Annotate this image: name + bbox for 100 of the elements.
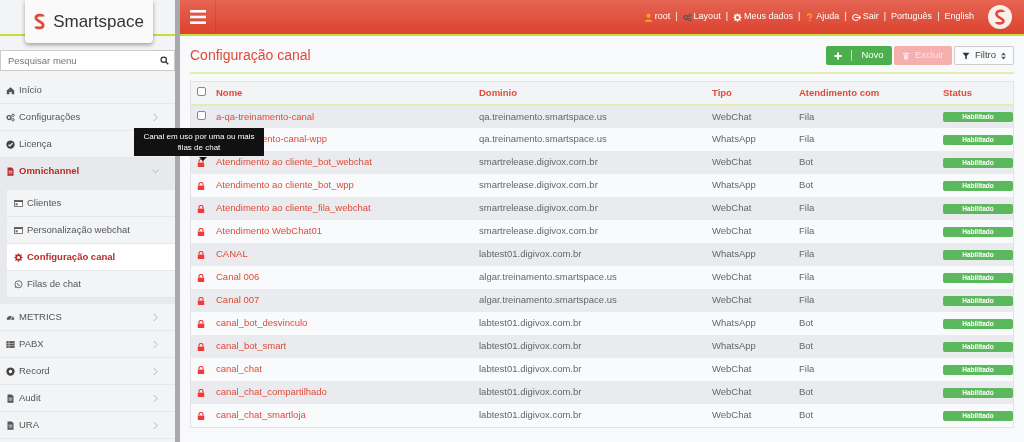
sidebar-item[interactable]: Record <box>0 358 175 385</box>
lock-icon <box>197 204 205 213</box>
table-cell: labtest01.digivox.com.br <box>477 381 710 404</box>
header-link[interactable]: English <box>944 10 974 24</box>
new-button[interactable]: Novo <box>826 46 892 65</box>
table-cell: WebChat <box>710 266 797 289</box>
table-cell: labtest01.digivox.com.br <box>477 358 710 381</box>
question-icon <box>805 12 815 22</box>
lock-icon <box>197 227 205 236</box>
table-cell: WhatsApp <box>710 335 797 358</box>
lock-icon <box>197 158 205 167</box>
user-icon <box>643 12 653 22</box>
channel-name-link[interactable]: canal_chat <box>214 358 477 381</box>
document-icon <box>6 167 15 176</box>
gear-icon <box>733 12 742 22</box>
table-cell: Bot <box>797 151 941 174</box>
table-cell: WebChat <box>710 197 797 220</box>
separator: | <box>798 10 801 24</box>
channel-name-link[interactable]: a-qa-treinamento-canal <box>214 105 477 128</box>
channel-name-link[interactable]: Canal 006 <box>214 266 477 289</box>
filter-icon <box>961 51 970 60</box>
grid-icon <box>6 339 15 349</box>
select-all-checkbox[interactable] <box>197 86 206 96</box>
menu-icon[interactable] <box>189 10 206 24</box>
table-cell: algar.treinamento.smartspace.us <box>477 266 710 289</box>
sidebar-item[interactable]: METRICS <box>0 304 175 331</box>
channel-name-link[interactable]: Atendimento ao cliente_bot_wpp <box>214 174 477 197</box>
table-cell: smartrelease.digivox.com.br <box>477 174 710 197</box>
table-cell: Fila <box>797 128 941 151</box>
table-cell: WebChat <box>710 105 797 128</box>
lock-icon <box>197 388 205 397</box>
logo[interactable]: Smartspace <box>25 0 153 43</box>
table-cell: WhatsApp <box>710 243 797 266</box>
column-header: Atendimento com <box>797 82 941 105</box>
channel-name-link[interactable]: canal_bot_smart <box>214 335 477 358</box>
lock-icon <box>197 250 205 259</box>
table-cell: smartrelease.digivox.com.br <box>477 197 710 220</box>
table-cell: smartrelease.digivox.com.br <box>477 151 710 174</box>
table-cell: Fila <box>797 105 941 128</box>
table-cell: qa.treinamento.smartspace.us <box>477 105 710 128</box>
column-header: Nome <box>214 82 477 105</box>
separator: | <box>725 10 728 24</box>
table-cell: labtest01.digivox.com.br <box>477 312 710 335</box>
table-cell: Fila <box>797 358 941 381</box>
channel-name-link[interactable]: Atendimento ao cliente_bot_webchat <box>214 151 477 174</box>
channel-name-link[interactable]: Canal 007 <box>214 289 477 312</box>
gear-icon <box>14 252 23 262</box>
channel-name-link[interactable]: canal_bot_desvinculo <box>214 312 477 335</box>
channel-name-link[interactable]: Atendimento WebChat01 <box>214 220 477 243</box>
table-cell: Fila <box>797 243 941 266</box>
table-cell: Fila <box>797 266 941 289</box>
sidebar-item[interactable]: Audit <box>0 385 175 412</box>
lock-icon <box>197 273 205 282</box>
logo-icon <box>34 13 46 30</box>
channel-name-link[interactable]: Atendimento ao cliente_fila_webchat <box>214 197 477 220</box>
search-field[interactable]: Pesquisar menu <box>0 50 175 71</box>
search-input[interactable]: Pesquisar menu <box>6 51 160 70</box>
header-link[interactable]: Sair <box>851 10 879 24</box>
filter-button[interactable]: Filtro <box>953 46 1014 65</box>
lock-icon <box>197 342 205 351</box>
submenu-item[interactable]: Clientes <box>7 190 175 217</box>
table-cell: WebChat <box>710 358 797 381</box>
sidebar-item[interactable]: URA <box>0 412 175 439</box>
lock-icon <box>197 181 205 190</box>
header-link[interactable]: root <box>643 10 671 24</box>
table-cell: WhatsApp <box>710 128 797 151</box>
window-icon <box>14 198 23 208</box>
home-icon <box>6 85 15 95</box>
document-icon <box>6 393 15 403</box>
record-icon <box>6 366 15 376</box>
header-link[interactable]: Layout <box>682 10 721 24</box>
row-checkbox[interactable] <box>197 110 206 120</box>
sort-icon <box>1001 51 1006 60</box>
sign-out-icon <box>851 12 861 22</box>
header-link[interactable]: Ajuda <box>805 10 840 24</box>
table-cell: Fila <box>797 289 941 312</box>
header-link[interactable]: Meus dados <box>733 10 793 24</box>
column-header: Dominio <box>477 82 710 105</box>
table-cell: Fila <box>797 220 941 243</box>
submenu-item[interactable]: Filas de chat <box>7 271 175 298</box>
table-cell: algar.treinamento.smartspace.us <box>477 289 710 312</box>
header-link[interactable]: Português <box>891 10 933 24</box>
table-cell: Bot <box>797 174 941 197</box>
sidebar-item[interactable]: Início <box>0 77 175 104</box>
table-cell: Bot <box>797 335 941 358</box>
separator: | <box>937 10 940 24</box>
table-cell: WhatsApp <box>710 174 797 197</box>
page-title: Configuração canal <box>190 47 311 64</box>
submenu-item[interactable]: Configuração canal <box>7 244 175 271</box>
sidebar-item[interactable]: Omnichannel <box>0 158 175 185</box>
channel-name-link[interactable]: CANAL <box>214 243 477 266</box>
submenu-item[interactable]: Personalização webchat <box>7 217 175 244</box>
channel-name-link[interactable]: canal_chat_compartilhado <box>214 381 477 404</box>
sidebar-item[interactable]: PABX <box>0 331 175 358</box>
table-cell: WhatsApp <box>710 312 797 335</box>
table-cell: Bot <box>797 381 941 404</box>
table-cell: Bot <box>797 312 941 335</box>
check-circle-icon <box>6 139 15 149</box>
search-icon[interactable] <box>160 56 169 65</box>
lock-icon <box>197 296 205 305</box>
